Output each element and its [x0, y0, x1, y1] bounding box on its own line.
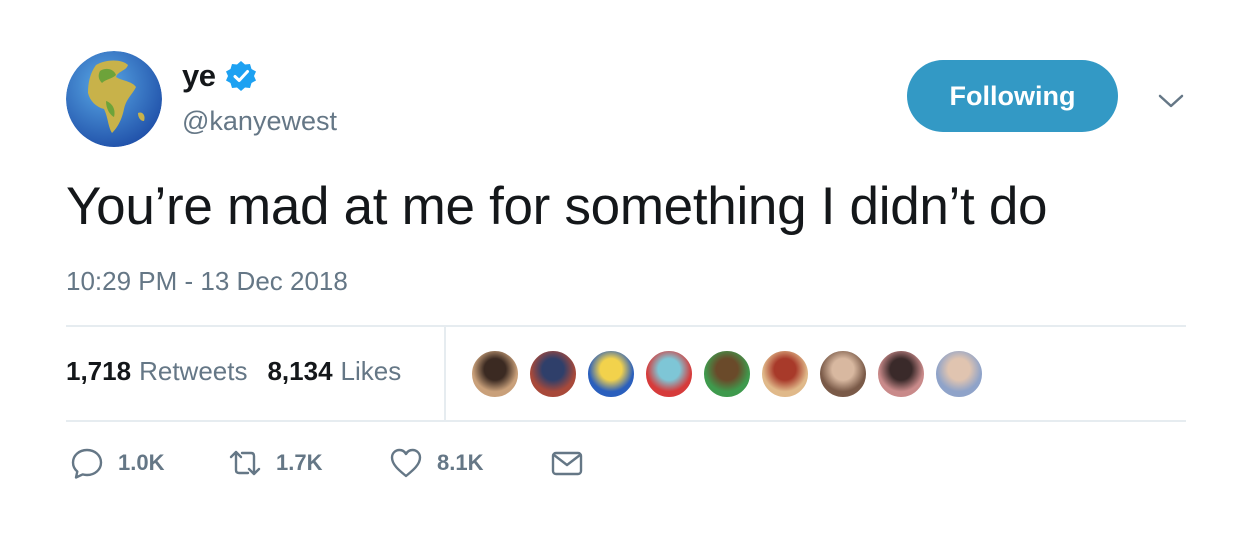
- liker-avatar-9[interactable]: [934, 349, 984, 399]
- avatar[interactable]: [66, 51, 162, 147]
- tweet-text: You’re mad at me for something I didn’t …: [66, 177, 1048, 236]
- user-handle[interactable]: @kanyewest: [182, 106, 337, 137]
- tweet-stats: 1,718 Retweets 8,134 Likes: [66, 356, 421, 387]
- likes-label: Likes: [340, 356, 402, 386]
- reply-count: 1.0K: [118, 450, 165, 475]
- vertical-divider: [444, 327, 446, 420]
- heart-icon: [390, 448, 422, 478]
- user-name-row[interactable]: ye: [182, 58, 257, 94]
- tweet-timestamp[interactable]: 10:29 PM - 13 Dec 2018: [66, 266, 348, 297]
- retweet-button[interactable]: 1.7K: [228, 446, 322, 480]
- liker-avatar-3[interactable]: [586, 349, 636, 399]
- liker-avatar-2[interactable]: [528, 349, 578, 399]
- earth-globe-icon: [66, 51, 162, 147]
- verified-badge-icon: [225, 60, 257, 92]
- envelope-icon: [551, 451, 583, 476]
- retweet-count: 1.7K: [276, 450, 323, 475]
- liker-avatar-6[interactable]: [760, 349, 810, 399]
- retweet-icon: [229, 450, 261, 476]
- likes-stat[interactable]: 8,134 Likes: [267, 356, 401, 387]
- likes-count: 8,134: [267, 356, 333, 386]
- direct-message-button[interactable]: [550, 446, 584, 480]
- divider: [66, 420, 1186, 422]
- following-button[interactable]: Following: [907, 60, 1118, 132]
- retweets-label: Retweets: [139, 356, 248, 386]
- liker-avatar-7[interactable]: [818, 349, 868, 399]
- liker-avatar-4[interactable]: [644, 349, 694, 399]
- like-count: 8.1K: [437, 450, 484, 475]
- like-button[interactable]: 8.1K: [389, 446, 483, 480]
- chevron-down-icon[interactable]: [1156, 86, 1186, 116]
- retweets-count: 1,718: [66, 356, 132, 386]
- liker-avatar-1[interactable]: [470, 349, 520, 399]
- reply-button[interactable]: 1.0K: [70, 446, 164, 480]
- liker-avatar-8[interactable]: [876, 349, 926, 399]
- liker-avatar-5[interactable]: [702, 349, 752, 399]
- retweets-stat[interactable]: 1,718 Retweets: [66, 356, 247, 387]
- display-name[interactable]: ye: [182, 58, 216, 94]
- divider: [66, 325, 1186, 327]
- reply-icon: [71, 448, 103, 479]
